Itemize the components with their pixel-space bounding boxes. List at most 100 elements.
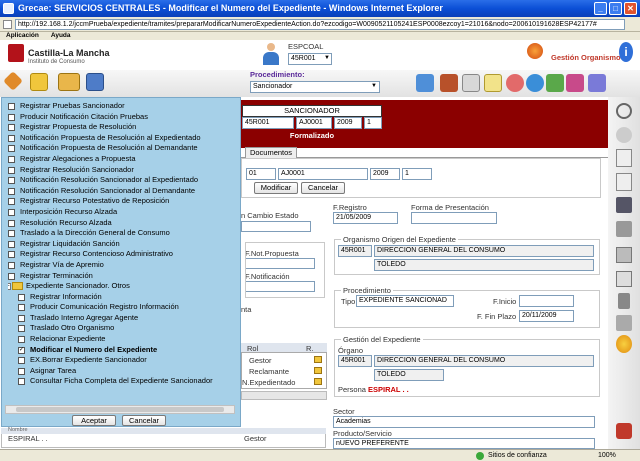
checkbox[interactable] bbox=[8, 134, 15, 142]
checkbox[interactable] bbox=[18, 314, 25, 322]
clipboard-icon[interactable] bbox=[462, 74, 480, 92]
checkbox[interactable] bbox=[8, 272, 15, 280]
disk-icon[interactable] bbox=[86, 73, 104, 91]
document-edit-icon[interactable] bbox=[616, 173, 632, 191]
printer-icon[interactable] bbox=[616, 315, 632, 331]
tree-item[interactable]: Registrar Liquidación Sanción bbox=[8, 239, 234, 250]
menu-ayuda[interactable]: Ayuda bbox=[51, 32, 71, 39]
tree-child-item[interactable]: Producir Comunicación Registro Informaci… bbox=[8, 302, 234, 313]
checkbox[interactable] bbox=[8, 230, 15, 238]
magnifier-icon[interactable] bbox=[616, 103, 632, 119]
folder-icon[interactable] bbox=[314, 356, 322, 363]
roles-scrollbar[interactable] bbox=[241, 391, 327, 400]
tree-item[interactable]: Registrar Terminación bbox=[8, 271, 234, 282]
checkbox[interactable] bbox=[8, 177, 15, 185]
plazo-field[interactable]: 20/11/2009 bbox=[519, 310, 574, 322]
tree-child-item[interactable]: Traslado Interno Agregar Agente bbox=[8, 313, 234, 324]
cancel-tree-button[interactable]: Cancelar bbox=[122, 415, 166, 426]
tag-icon[interactable] bbox=[3, 71, 23, 91]
computer-icon[interactable] bbox=[416, 74, 434, 92]
minimize-button[interactable]: _ bbox=[594, 2, 607, 15]
role-row-gestor[interactable]: Gestor bbox=[249, 356, 272, 365]
checkbox[interactable] bbox=[8, 219, 15, 227]
checkbox[interactable] bbox=[8, 240, 15, 248]
checkbox[interactable]: ✓ bbox=[18, 346, 25, 354]
tree-item[interactable]: Notificación Resolución Sancionador al D… bbox=[8, 186, 234, 197]
tree-group-otros[interactable]: − Expediente Sancionador. Otros bbox=[8, 281, 234, 292]
close-tools-icon[interactable] bbox=[616, 423, 632, 439]
edit-field1[interactable]: 01 bbox=[246, 168, 276, 180]
checkbox[interactable] bbox=[8, 187, 15, 195]
folder-icon[interactable] bbox=[30, 73, 48, 91]
info-icon[interactable]: i bbox=[619, 42, 633, 62]
tree-child-item[interactable]: Registrar Información bbox=[8, 292, 234, 303]
sun-icon[interactable] bbox=[616, 335, 632, 353]
pages-icon[interactable] bbox=[616, 247, 632, 263]
pages-copy-icon[interactable] bbox=[616, 271, 632, 287]
checkbox[interactable] bbox=[8, 166, 15, 174]
tree-item[interactable]: Notificación Resolución Sancionador al E… bbox=[8, 175, 234, 186]
url-field[interactable]: http://192.168.1.2/jccmPrueba/expediente… bbox=[15, 19, 625, 30]
procedure-select[interactable]: Sancionador ▼ bbox=[250, 81, 380, 93]
checkbox[interactable] bbox=[8, 103, 15, 110]
person-row-role[interactable]: Gestor bbox=[244, 434, 267, 443]
presentacion-field[interactable] bbox=[411, 212, 497, 224]
checkbox[interactable] bbox=[18, 378, 25, 386]
edit-field3[interactable]: 2009 bbox=[370, 168, 400, 180]
envelope-icon[interactable] bbox=[484, 74, 502, 92]
cambio-estado-field[interactable] bbox=[241, 221, 311, 232]
tree-item[interactable]: Registrar Recurso Potestativo de Reposic… bbox=[8, 196, 234, 207]
checkbox[interactable] bbox=[8, 155, 15, 163]
books-icon[interactable] bbox=[440, 74, 458, 92]
paint-icon[interactable] bbox=[546, 74, 564, 92]
checkbox[interactable] bbox=[18, 367, 25, 375]
modify-button[interactable]: Modificar bbox=[254, 182, 298, 194]
close-button[interactable]: ✕ bbox=[624, 2, 637, 15]
scroll-thumb[interactable] bbox=[16, 407, 224, 412]
role-row-expedientado[interactable]: N.Expedientado bbox=[242, 378, 295, 387]
tree-child-item[interactable]: Relacionar Expediente bbox=[8, 334, 234, 345]
checkbox[interactable] bbox=[18, 357, 25, 365]
collapse-icon[interactable]: − bbox=[8, 283, 11, 291]
tree-child-item[interactable]: ✓ Modificar el Numero del Expediente bbox=[8, 345, 234, 356]
checkbox[interactable] bbox=[8, 198, 15, 206]
tree-item[interactable]: Traslado a la Dirección General de Consu… bbox=[8, 228, 234, 239]
inicio-field[interactable] bbox=[519, 295, 574, 307]
checkbox[interactable] bbox=[18, 304, 25, 312]
tree-item[interactable]: Notificación Propuesta de Resolución al … bbox=[8, 143, 234, 154]
accept-button[interactable]: Aceptar bbox=[72, 415, 116, 426]
checkbox[interactable] bbox=[8, 124, 15, 132]
checkbox[interactable] bbox=[8, 251, 15, 259]
checkbox[interactable] bbox=[8, 261, 15, 269]
tree-item[interactable]: Resolución Recurso Alzada bbox=[8, 218, 234, 229]
role-row-reclamante[interactable]: Reclamante bbox=[249, 367, 289, 376]
tree-child-item[interactable]: Asignar Tarea bbox=[8, 366, 234, 377]
tree-child-item[interactable]: Traslado Otro Organismo bbox=[8, 323, 234, 334]
checkbox[interactable] bbox=[18, 325, 25, 333]
folder-icon[interactable] bbox=[314, 367, 322, 374]
open-folder-icon[interactable] bbox=[58, 73, 80, 91]
tools-icon[interactable] bbox=[566, 74, 584, 92]
tree-item[interactable]: Registrar Alegaciones a Propuesta bbox=[8, 154, 234, 165]
producto-field[interactable]: nUEVO PREFERENTE bbox=[333, 438, 595, 449]
checkbox[interactable] bbox=[18, 336, 25, 344]
document-icon[interactable] bbox=[616, 149, 632, 167]
save-icon[interactable] bbox=[616, 197, 632, 213]
tree-item[interactable]: Registrar Propuesta de Resolución bbox=[8, 122, 234, 133]
cancel-edit-button[interactable]: Cancelar bbox=[301, 182, 345, 194]
tree-item[interactable]: Notificación Propuesta de Resolución al … bbox=[8, 133, 234, 144]
checkbox[interactable] bbox=[8, 145, 15, 153]
menu-aplicacion[interactable]: Aplicación bbox=[6, 32, 39, 39]
tipo-field[interactable]: EXPEDIENTE SANCIONAD bbox=[356, 295, 454, 307]
checkbox[interactable] bbox=[8, 113, 15, 121]
tree-item[interactable]: Registrar Vía de Apremio bbox=[8, 260, 234, 271]
scissors-icon[interactable] bbox=[616, 221, 632, 237]
checkbox[interactable] bbox=[18, 293, 25, 301]
tree-child-item[interactable]: Consultar Ficha Completa del Expediente … bbox=[8, 376, 234, 387]
edit-field2[interactable]: AJ0001 bbox=[278, 168, 368, 180]
tab-documentos[interactable]: Documentos bbox=[245, 147, 297, 158]
zoom-level[interactable]: 100% bbox=[598, 452, 616, 459]
person-row-name[interactable]: ESPIRAL . . bbox=[8, 434, 48, 443]
disc-icon[interactable] bbox=[506, 74, 524, 92]
tree-item[interactable]: Interposición Recurso Alzada bbox=[8, 207, 234, 218]
